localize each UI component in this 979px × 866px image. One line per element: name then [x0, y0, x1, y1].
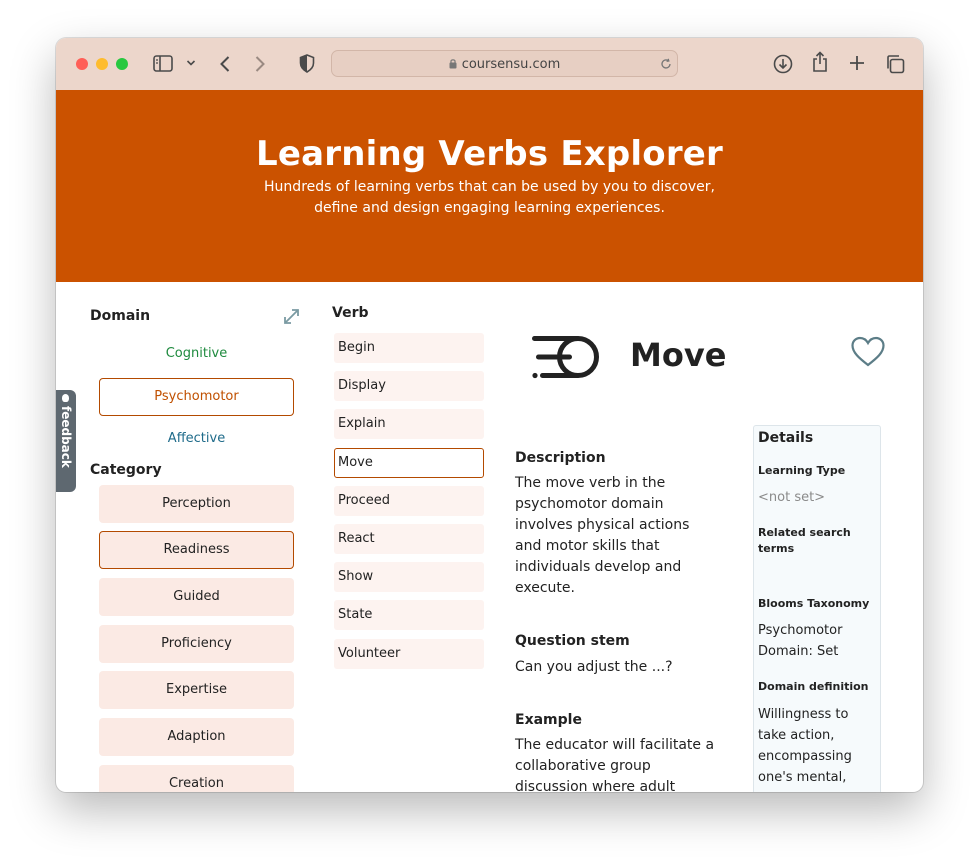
- lock-icon: [449, 58, 457, 73]
- learning-type-label: Learning Type: [758, 464, 846, 477]
- verb-heading: Verb: [332, 305, 369, 321]
- question-stem-text: Can you adjust the ...?: [515, 659, 673, 675]
- verb-title: Move: [630, 336, 727, 374]
- verb-volunteer[interactable]: Volunteer: [334, 639, 484, 669]
- share-icon[interactable]: [812, 51, 828, 73]
- verb-move[interactable]: Move: [334, 448, 484, 478]
- lightbulb-icon: [62, 394, 69, 402]
- forward-icon[interactable]: [254, 55, 266, 73]
- hero-banner: Learning Verbs Explorer Hundreds of lear…: [56, 90, 923, 282]
- category-adaption[interactable]: Adaption: [99, 718, 294, 756]
- example-text: The educator will facilitate a collabora…: [515, 737, 715, 792]
- related-search-terms-label: Related search terms: [758, 526, 851, 555]
- verb-proceed[interactable]: Proceed: [334, 486, 484, 516]
- address-bar[interactable]: coursensu.com: [331, 50, 678, 77]
- new-tab-icon[interactable]: [849, 55, 865, 71]
- category-readiness[interactable]: Readiness: [99, 531, 294, 569]
- domain-definition-value: Willingness to take action, encompassing…: [758, 707, 852, 785]
- close-window-button[interactable]: [76, 58, 88, 70]
- browser-window: coursensu.com Learning Verbs Explorer Hu…: [56, 38, 923, 792]
- minimize-window-button[interactable]: [96, 58, 108, 70]
- page-subtitle: Hundreds of learning verbs that can be u…: [264, 179, 715, 216]
- category-creation[interactable]: Creation: [99, 765, 294, 792]
- privacy-shield-icon[interactable]: [299, 54, 315, 73]
- description-heading: Description: [515, 450, 606, 466]
- blooms-taxonomy-value: Psychomotor Domain: Set: [758, 623, 843, 659]
- details-panel: Details Learning Type <not set> Related …: [753, 425, 881, 792]
- zoom-window-button[interactable]: [116, 58, 128, 70]
- question-stem-heading: Question stem: [515, 633, 630, 649]
- category-proficiency[interactable]: Proficiency: [99, 625, 294, 663]
- domain-option-affective[interactable]: Affective: [99, 421, 294, 459]
- example-heading: Example: [515, 712, 582, 728]
- learning-type-value: <not set>: [758, 490, 826, 505]
- category-expertise[interactable]: Expertise: [99, 671, 294, 709]
- category-guided[interactable]: Guided: [99, 578, 294, 616]
- download-icon[interactable]: [773, 54, 793, 74]
- verb-state[interactable]: State: [334, 600, 484, 630]
- reload-icon[interactable]: [660, 58, 672, 70]
- motion-icon: [530, 334, 602, 380]
- description-text: The move verb in the psychomotor domain …: [515, 475, 690, 596]
- details-heading: Details: [758, 430, 814, 446]
- browser-toolbar: coursensu.com: [56, 38, 923, 91]
- sidebar-toggle-icon[interactable]: [153, 55, 173, 72]
- verb-explain[interactable]: Explain: [334, 409, 484, 439]
- blooms-taxonomy-label: Blooms Taxonomy: [758, 597, 870, 610]
- url-text: coursensu.com: [461, 57, 561, 72]
- heart-icon[interactable]: [850, 336, 886, 368]
- feedback-tab[interactable]: Your feedback: [56, 390, 87, 492]
- page-title: Learning Verbs Explorer: [255, 134, 724, 174]
- expand-icon[interactable]: [282, 307, 301, 326]
- verb-show[interactable]: Show: [334, 562, 484, 592]
- category-heading: Category: [90, 462, 162, 478]
- chevron-down-icon[interactable]: [186, 59, 196, 67]
- back-icon[interactable]: [219, 55, 231, 73]
- feedback-label: Your feedback: [59, 406, 87, 468]
- domain-option-cognitive[interactable]: Cognitive: [99, 336, 294, 374]
- domain-option-psychomotor[interactable]: Psychomotor: [99, 378, 294, 416]
- domain-definition-label: Domain definition: [758, 680, 869, 693]
- verb-react[interactable]: React: [334, 524, 484, 554]
- category-perception[interactable]: Perception: [99, 485, 294, 523]
- verb-display[interactable]: Display: [334, 371, 484, 401]
- tab-overview-icon[interactable]: [885, 54, 905, 74]
- domain-heading: Domain: [90, 308, 151, 324]
- verb-begin[interactable]: Begin: [334, 333, 484, 363]
